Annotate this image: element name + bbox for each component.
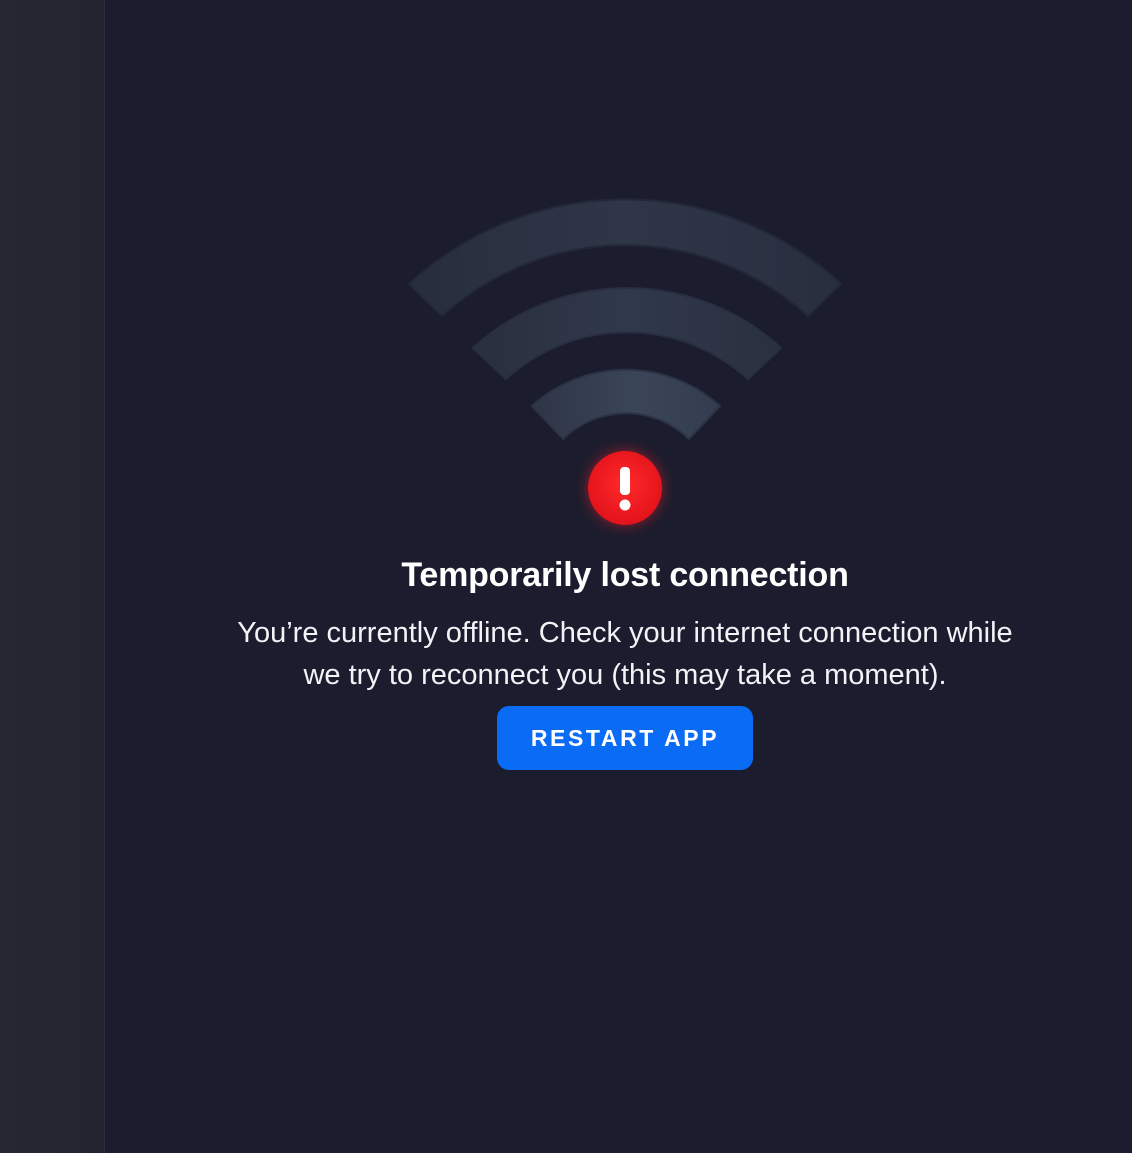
status-message-line-2: we try to reconnect you (this may take a…	[303, 659, 947, 691]
status-message: You’re currently offline. Check your int…	[170, 612, 1080, 696]
status-title: Temporarily lost connection	[401, 556, 849, 594]
exclamation-icon	[588, 451, 662, 525]
status-message-line-1: You’re currently offline. Check your int…	[237, 617, 1013, 649]
app-window: Temporarily lost connection You’re curre…	[0, 0, 1132, 1153]
wifi-inner-arc	[530, 368, 722, 441]
sidebar	[0, 0, 105, 1153]
offline-screen: Temporarily lost connection You’re curre…	[105, 0, 1132, 1153]
restart-app-button[interactable]: RESTART APP	[497, 706, 753, 770]
wifi-middle-arc	[471, 287, 783, 381]
